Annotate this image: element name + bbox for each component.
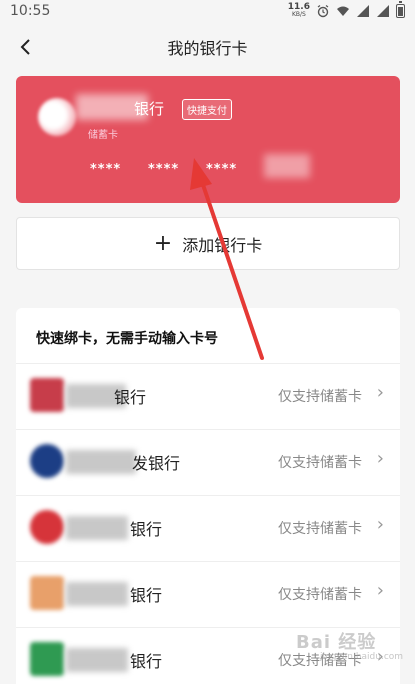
bank-list-item[interactable]: 发银行 仅支持储蓄卡 › xyxy=(16,429,400,495)
support-text: 仅支持储蓄卡 xyxy=(278,587,362,603)
add-card-label: 添加银行卡 xyxy=(182,235,263,255)
card-number-group: **** xyxy=(148,162,180,177)
bank-list-item[interactable]: 银行 仅支持储蓄卡 › xyxy=(16,495,400,561)
card-number-group: **** xyxy=(90,162,122,177)
bank-logo-icon xyxy=(30,510,64,544)
bank-name: 银行 xyxy=(130,586,163,605)
bank-card[interactable]: 银行 快捷支付 储蓄卡 **** **** **** xyxy=(16,76,400,203)
signal-icon xyxy=(357,5,369,17)
wifi-icon xyxy=(337,6,349,16)
chevron-right-icon: › xyxy=(376,448,384,469)
bank-name: 银行 xyxy=(130,652,163,671)
add-card-button[interactable]: + 添加银行卡 xyxy=(16,217,400,270)
net-speed-value: 11.6 xyxy=(287,2,310,12)
net-speed-indicator: 11.6 KB/S xyxy=(288,3,310,19)
bank-logo-icon xyxy=(30,378,64,412)
signal-2-icon xyxy=(377,5,389,17)
plus-icon: + xyxy=(153,230,173,256)
bank-name-obscured xyxy=(66,582,128,606)
bank-name: 银行 xyxy=(130,520,163,539)
chevron-right-icon: › xyxy=(376,580,384,601)
card-last-digits-obscured xyxy=(264,154,310,178)
watermark-logo: Bai 经验 xyxy=(296,632,377,653)
chevron-left-icon xyxy=(20,39,30,55)
bank-logo-icon xyxy=(38,98,76,136)
bank-logo-icon xyxy=(30,642,64,676)
chevron-right-icon: › xyxy=(376,514,384,535)
support-text: 仅支持储蓄卡 xyxy=(278,521,362,537)
bank-logo-icon xyxy=(30,576,64,610)
support-text: 仅支持储蓄卡 xyxy=(278,389,362,405)
status-time: 10:55 xyxy=(10,3,51,19)
battery-icon xyxy=(396,1,405,18)
bank-list-item[interactable]: 银行 仅支持储蓄卡 › xyxy=(16,363,400,429)
bank-name: 发银行 xyxy=(132,454,181,473)
chevron-right-icon: › xyxy=(376,382,384,403)
bank-name-obscured xyxy=(66,516,128,540)
back-button[interactable] xyxy=(10,30,40,64)
net-speed-unit: KB/S xyxy=(291,11,306,18)
page-title: 我的银行卡 xyxy=(167,39,248,58)
status-bar: 10:55 11.6 KB/S xyxy=(0,0,415,22)
bank-name-obscured xyxy=(66,648,128,672)
nav-bar: 我的银行卡 xyxy=(0,26,415,68)
watermark-url: jingyan.baidu.com xyxy=(320,652,404,662)
bank-name: 银行 xyxy=(134,100,165,118)
bank-name-obscured xyxy=(66,450,136,474)
status-icons: 11.6 KB/S xyxy=(288,1,405,19)
bank-name: 银行 xyxy=(114,388,147,407)
screen: 10:55 11.6 KB/S 我的银行卡 银行 快捷支付 储蓄卡 **** *… xyxy=(0,0,415,684)
bank-logo-icon xyxy=(30,444,64,478)
support-text: 仅支持储蓄卡 xyxy=(278,455,362,471)
alarm-icon xyxy=(317,5,329,18)
quick-bind-title: 快速绑卡，无需手动输入卡号 xyxy=(36,331,218,347)
card-type: 储蓄卡 xyxy=(88,130,118,141)
quick-pay-badge: 快捷支付 xyxy=(182,99,232,120)
card-number-group: **** xyxy=(206,162,238,177)
bank-list-item[interactable]: 银行 仅支持储蓄卡 › xyxy=(16,561,400,627)
